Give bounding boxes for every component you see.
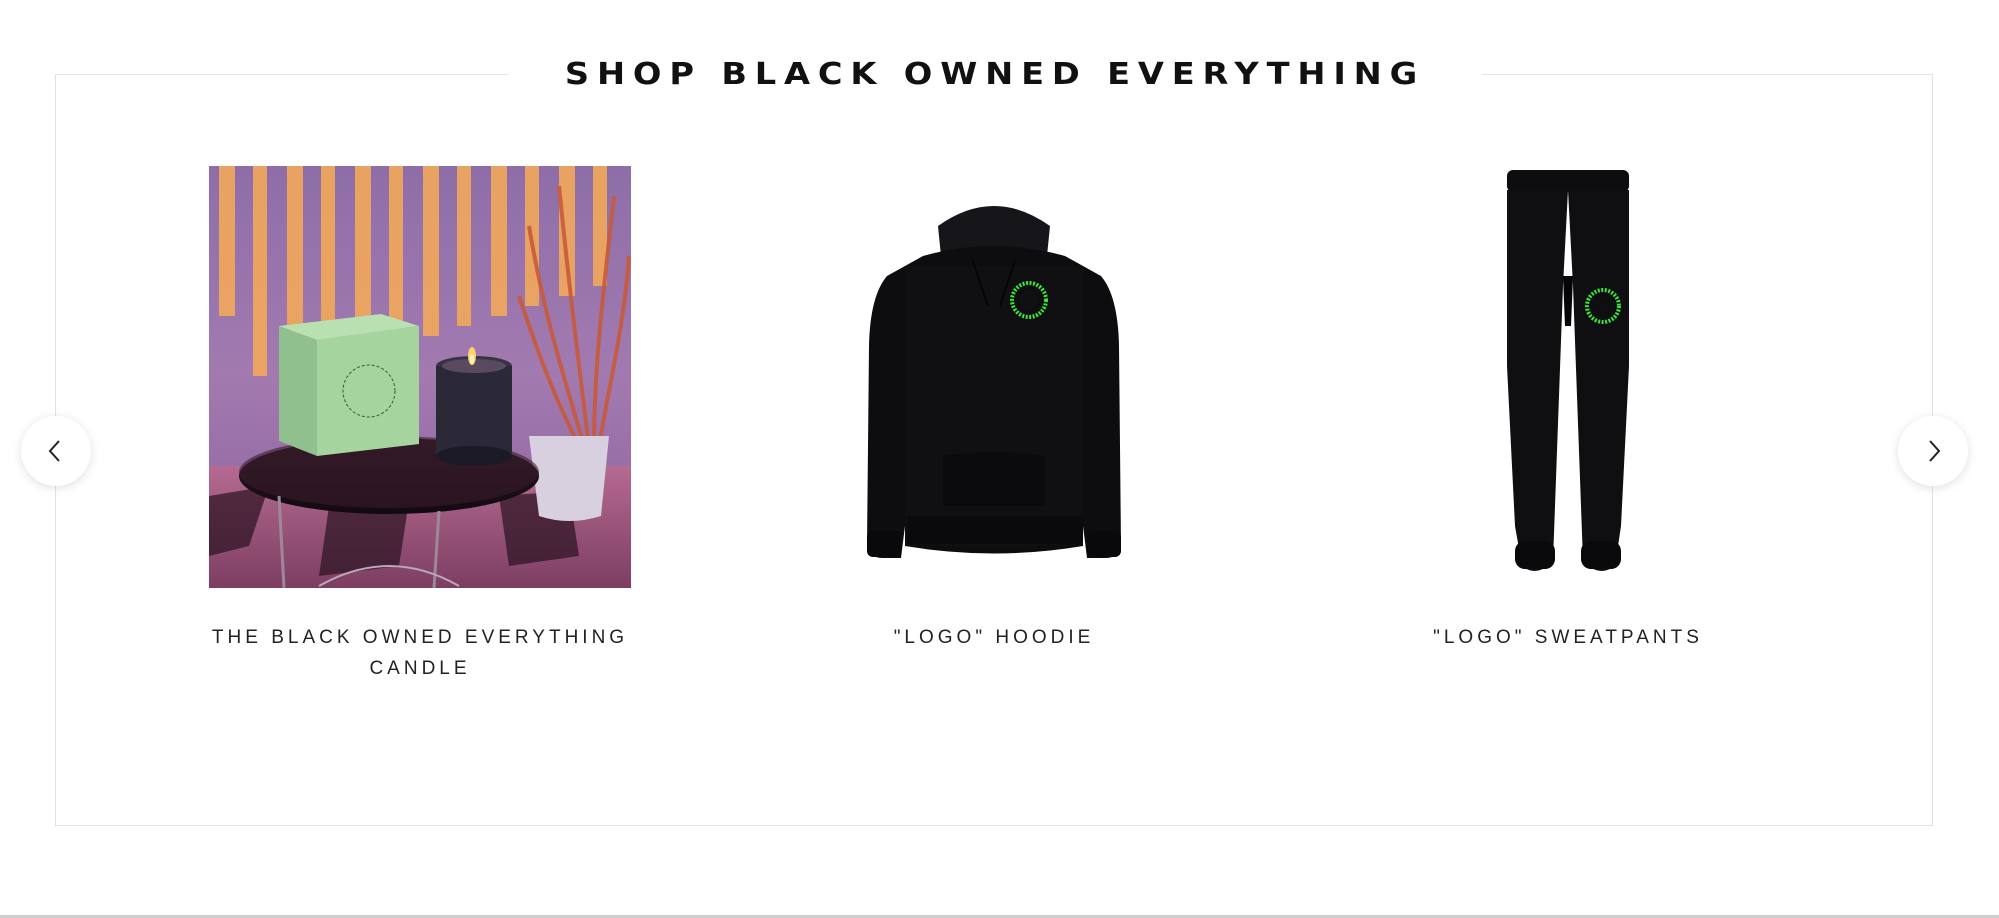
product-name[interactable]: "LOGO" HOODIE: [734, 622, 1254, 653]
product-card-candle[interactable]: THE BLACK OWNED EVERYTHING CANDLE: [160, 166, 680, 684]
chevron-left-icon: [48, 440, 60, 462]
chevron-right-icon: [1929, 440, 1941, 462]
candle-product-photo[interactable]: [209, 166, 631, 588]
carousel-next-button[interactable]: [1898, 416, 1968, 486]
product-name[interactable]: THE BLACK OWNED EVERYTHING CANDLE: [160, 622, 680, 684]
product-card-sweatpants[interactable]: "LOGO" SWEATPANTS: [1308, 166, 1828, 653]
product-name[interactable]: "LOGO" SWEATPANTS: [1308, 622, 1828, 653]
product-card-hoodie[interactable]: "LOGO" HOODIE: [734, 166, 1254, 653]
sweatpants-product-photo[interactable]: [1357, 166, 1779, 588]
carousel-prev-button[interactable]: [21, 416, 91, 486]
hoodie-product-photo[interactable]: [783, 166, 1205, 588]
section-title: SHOP BLACK OWNED EVERYTHING: [507, 50, 1483, 100]
